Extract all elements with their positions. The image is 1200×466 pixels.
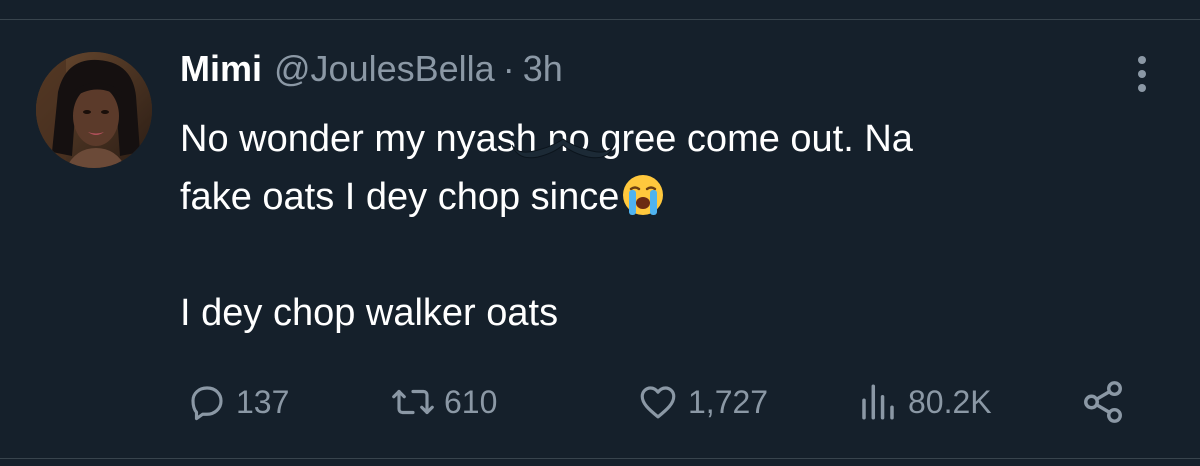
views-count: 80.2K	[908, 383, 992, 420]
repost-count: 610	[444, 383, 498, 420]
repost-icon	[392, 389, 434, 415]
reply-icon	[191, 386, 223, 421]
like-button[interactable]: 1,727	[636, 374, 768, 430]
tweet-actions-bar: 137 610 1,727 80.2K	[0, 374, 1200, 430]
avatar-image	[36, 52, 152, 168]
author-name[interactable]: Mimi	[180, 48, 262, 90]
separator-dot: ·	[502, 48, 515, 89]
tweet-header: Mimi @JoulesBella · 3h	[180, 48, 563, 94]
tweet-line: No wonder my nyash no gree come out. Na	[180, 118, 913, 160]
top-divider	[0, 19, 1200, 20]
tweet-line-with-emoji: fake oats I dey chop since	[180, 168, 1140, 226]
reply-button[interactable]: 137	[186, 374, 289, 430]
tweet-line: I dey chop walker oats	[180, 292, 559, 334]
more-options-icon	[1138, 56, 1146, 92]
bottom-divider	[0, 458, 1200, 459]
loudly-crying-face-emoji	[623, 175, 664, 215]
reply-count: 137	[236, 383, 290, 420]
repost-button[interactable]: 610	[390, 374, 497, 430]
views-button[interactable]: 80.2K	[856, 374, 992, 430]
mustache-sticker-icon	[511, 138, 615, 159]
more-options-button[interactable]	[1122, 52, 1162, 96]
like-count: 1,727	[688, 383, 769, 420]
views-icon	[862, 384, 894, 420]
heart-icon	[640, 386, 676, 419]
tweet-line: fake oats I dey chop since	[180, 176, 620, 218]
tweet-text: No wonder my nyash no gree come out. Na …	[180, 110, 1140, 342]
share-icon	[1084, 381, 1122, 423]
avatar[interactable]	[36, 52, 152, 168]
tweet-card[interactable]: Mimi @JoulesBella · 3h No wonder my nyas…	[0, 0, 1200, 466]
author-handle[interactable]: @JoulesBella	[274, 48, 495, 90]
share-button[interactable]	[1080, 374, 1126, 430]
tweet-timestamp[interactable]: 3h	[523, 48, 563, 90]
